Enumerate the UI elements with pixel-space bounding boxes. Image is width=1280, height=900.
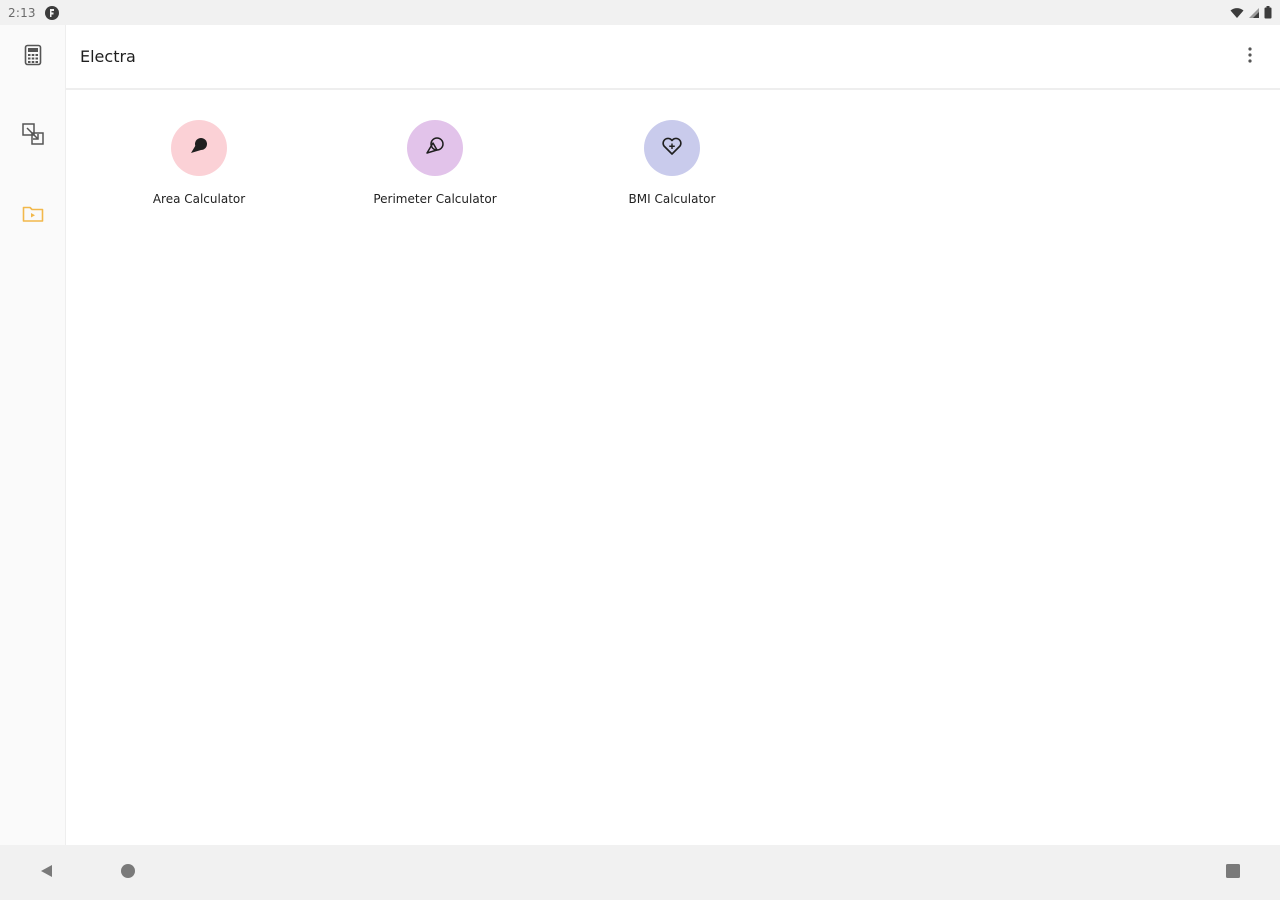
cell-signal-icon: [1248, 7, 1260, 19]
rail-item-calculator[interactable]: [13, 37, 53, 77]
tool-label: Perimeter Calculator: [373, 192, 497, 206]
calculator-icon: [24, 44, 42, 70]
tool-perimeter-calculator[interactable]: Perimeter Calculator: [350, 120, 520, 206]
battery-icon: [1264, 6, 1272, 19]
more-vert-icon: [1248, 46, 1252, 67]
recents-icon: [1225, 863, 1241, 883]
tool-bmi-calculator[interactable]: BMI Calculator: [587, 120, 757, 206]
status-bar: 2:13: [0, 0, 1280, 25]
back-button[interactable]: [31, 857, 63, 889]
rail-item-folder[interactable]: [13, 196, 53, 236]
app-title: Electra: [80, 47, 136, 66]
tool-area-calculator[interactable]: Area Calculator: [114, 120, 284, 206]
top-app-bar: Electra: [66, 25, 1280, 90]
rail-item-converter[interactable]: [13, 116, 53, 156]
heart-icon: [660, 134, 684, 162]
navigation-rail: [0, 25, 66, 845]
home-icon: [120, 863, 136, 883]
tools-grid: Area Calculator Perimeter Calculator BMI…: [66, 91, 1280, 845]
recents-button[interactable]: [1217, 857, 1249, 889]
app-notification-icon: [44, 5, 60, 21]
wifi-icon: [1230, 7, 1244, 19]
folder-icon: [22, 205, 44, 227]
home-button[interactable]: [112, 857, 144, 889]
tool-icon-circle: [644, 120, 700, 176]
back-icon: [39, 863, 55, 883]
tool-icon-circle: [407, 120, 463, 176]
tool-icon-circle: [171, 120, 227, 176]
area-icon: [187, 134, 211, 162]
tool-label: Area Calculator: [152, 192, 246, 206]
status-right: [1230, 6, 1272, 19]
status-time: 2:13: [8, 5, 36, 20]
tool-label: BMI Calculator: [628, 192, 716, 206]
unit-converter-icon: [21, 122, 45, 150]
overflow-menu-button[interactable]: [1234, 41, 1266, 73]
system-navigation-bar: [0, 845, 1280, 900]
perimeter-icon: [423, 134, 447, 162]
status-left: 2:13: [8, 5, 60, 21]
